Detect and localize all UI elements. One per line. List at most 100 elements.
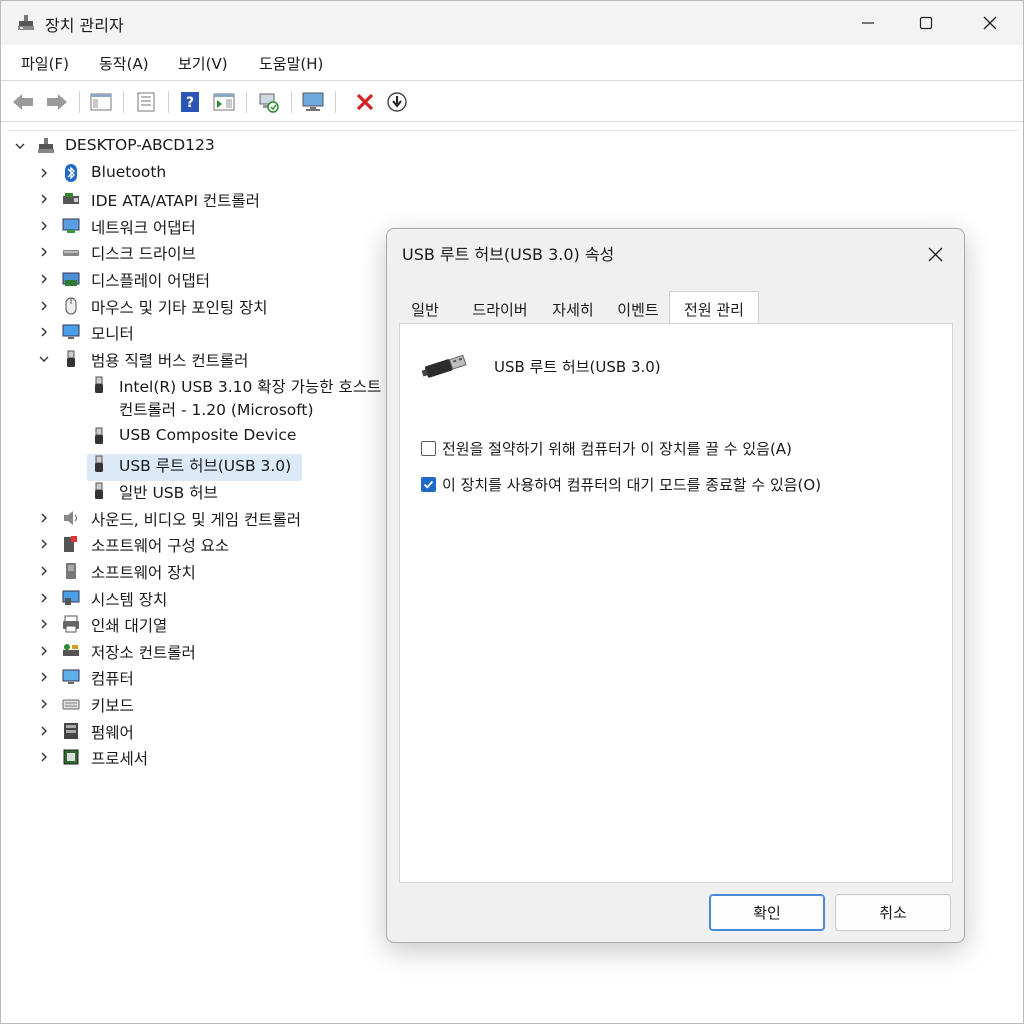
chevron-right-icon[interactable] <box>38 698 50 710</box>
checkbox-allow-wake[interactable] <box>421 476 436 492</box>
processor-icon <box>63 749 79 765</box>
chevron-right-icon[interactable] <box>38 273 50 285</box>
ok-button[interactable]: 확인 <box>709 894 825 931</box>
tree-category-label: 소프트웨어 장치 <box>91 563 196 582</box>
chevron-down-icon[interactable] <box>14 140 26 152</box>
tree-device[interactable]: USB Composite Device <box>7 423 387 449</box>
close-window-button[interactable] <box>961 1 1019 45</box>
power-management-panel: USB 루트 허브(USB 3.0) 전원을 절약하기 위해 컴퓨터가 이 장치… <box>399 323 953 883</box>
dialog-tabs: 일반 드라이버 자세히 이벤트 전원 관리 <box>399 291 955 325</box>
scan-hardware-button[interactable] <box>257 90 281 114</box>
monitor-icon <box>62 324 80 340</box>
option-allow-turn-off[interactable]: 전원을 절약하기 위해 컴퓨터가 이 장치를 끌 수 있음(A) <box>421 437 792 459</box>
show-hide-tree-button[interactable] <box>89 90 113 114</box>
update-driver-button[interactable] <box>385 90 409 114</box>
chevron-right-icon[interactable] <box>38 565 50 577</box>
chevron-right-icon[interactable] <box>38 592 50 604</box>
tree-category[interactable]: 모니터 <box>7 319 387 345</box>
tree-category[interactable]: 프로세서 <box>7 744 387 770</box>
tree-category[interactable]: 네트워크 어댑터 <box>7 213 387 239</box>
tree-category[interactable]: IDE ATA/ATAPI 컨트롤러 <box>7 186 387 212</box>
tree-category[interactable]: 디스크 드라이브 <box>7 239 387 265</box>
action-pane-icon <box>213 93 235 111</box>
chevron-right-icon[interactable] <box>38 512 50 524</box>
chevron-right-icon[interactable] <box>38 538 50 550</box>
tree-category[interactable]: 저장소 컨트롤러 <box>7 638 387 664</box>
close-icon <box>928 247 942 261</box>
tree-category[interactable]: 컴퓨터 <box>7 664 387 690</box>
tree-device-label: USB Composite Device <box>119 426 297 445</box>
tree-category[interactable]: 인쇄 대기열 <box>7 611 387 637</box>
back-arrow-icon <box>13 94 33 110</box>
menu-help[interactable]: 도움말(H) <box>257 53 325 74</box>
tree-category-label: 마우스 및 기타 포인팅 장치 <box>91 298 268 317</box>
tree-device-label: 일반 USB 허브 <box>119 483 218 502</box>
tree-category[interactable]: 소프트웨어 장치 <box>7 558 387 584</box>
display-computer-icon <box>302 92 324 111</box>
device-name: USB 루트 허브(USB 3.0) <box>494 358 661 376</box>
software-device-icon <box>66 562 76 579</box>
maximize-button[interactable] <box>897 1 955 45</box>
display-adapter-icon <box>62 272 80 286</box>
tree-category[interactable]: 펌웨어 <box>7 718 387 744</box>
tree-category[interactable]: 사운드, 비디오 및 게임 컨트롤러 <box>7 505 387 531</box>
minimize-icon <box>862 22 874 24</box>
properties-icon <box>137 92 155 112</box>
close-icon <box>983 16 997 30</box>
minimize-button[interactable] <box>839 1 897 45</box>
chevron-right-icon[interactable] <box>38 671 50 683</box>
chevron-right-icon[interactable] <box>38 193 50 205</box>
tab-power-management[interactable]: 전원 관리 <box>669 291 759 325</box>
tree-device[interactable]: 일반 USB 허브 <box>7 478 387 504</box>
tree-category[interactable]: 범용 직렬 버스 컨트롤러 <box>7 346 387 372</box>
tree-category-label: IDE ATA/ATAPI 컨트롤러 <box>91 192 260 211</box>
menu-file[interactable]: 파일(F) <box>19 53 71 74</box>
help-button[interactable]: ? <box>178 90 202 114</box>
display-computer-button[interactable] <box>301 90 325 114</box>
uninstall-device-button[interactable] <box>353 90 377 114</box>
forward-button[interactable] <box>45 90 69 114</box>
tree-category[interactable]: 키보드 <box>7 691 387 717</box>
checkbox-allow-turn-off[interactable] <box>421 440 436 456</box>
tab-general[interactable]: 일반 <box>399 293 451 324</box>
chevron-right-icon[interactable] <box>38 618 50 630</box>
chevron-right-icon[interactable] <box>38 751 50 763</box>
tree-category-label: 펌웨어 <box>91 723 134 742</box>
chevron-right-icon[interactable] <box>38 645 50 657</box>
option-allow-wake[interactable]: 이 장치를 사용하여 컴퓨터의 대기 모드를 종료할 수 있음(O) <box>421 473 821 495</box>
chevron-right-icon[interactable] <box>38 220 50 232</box>
action-pane-button[interactable] <box>212 90 236 114</box>
chevron-right-icon[interactable] <box>38 326 50 338</box>
help-icon: ? <box>181 92 199 112</box>
tree-device[interactable]: Intel(R) USB 3.10 확장 가능한 호스트 컨트롤러 - 1.20 … <box>7 372 387 424</box>
tree-category[interactable]: 마우스 및 기타 포인팅 장치 <box>7 293 387 319</box>
svg-text:?: ? <box>186 95 194 111</box>
chevron-down-icon[interactable] <box>38 353 50 365</box>
update-driver-icon <box>387 92 407 112</box>
title-bar: 장치 관리자 <box>1 1 1023 45</box>
tree-device-selected[interactable]: USB 루트 허브(USB 3.0) <box>7 451 387 477</box>
chevron-right-icon[interactable] <box>38 725 50 737</box>
dialog-close-button[interactable] <box>917 239 953 269</box>
tree-category[interactable]: 소프트웨어 구성 요소 <box>7 531 387 557</box>
maximize-icon <box>919 16 933 30</box>
chevron-right-icon[interactable] <box>38 246 50 258</box>
cancel-button[interactable]: 취소 <box>835 894 951 931</box>
tree-category-label: 저장소 컨트롤러 <box>91 643 196 662</box>
tree-device-label-line2: 컨트롤러 - 1.20 (Microsoft) <box>119 401 314 420</box>
ide-controller-icon <box>63 193 79 205</box>
menu-view[interactable]: 보기(V) <box>176 53 230 74</box>
tree-category[interactable]: Bluetooth <box>7 160 387 186</box>
tab-events[interactable]: 이벤트 <box>606 293 670 324</box>
tree-category[interactable]: 시스템 장치 <box>7 585 387 611</box>
menu-action[interactable]: 동작(A) <box>97 53 151 74</box>
chevron-right-icon[interactable] <box>38 300 50 312</box>
tab-details[interactable]: 자세히 <box>542 293 604 324</box>
tab-driver[interactable]: 드라이버 <box>461 293 539 324</box>
chevron-right-icon[interactable] <box>38 167 50 179</box>
tree-root[interactable]: DESKTOP-ABCD123 <box>7 133 307 159</box>
properties-button[interactable] <box>134 90 158 114</box>
tree-category[interactable]: 디스플레이 어댑터 <box>7 266 387 292</box>
back-button[interactable] <box>11 90 35 114</box>
tree-category-label: 디스플레이 어댑터 <box>91 272 211 290</box>
